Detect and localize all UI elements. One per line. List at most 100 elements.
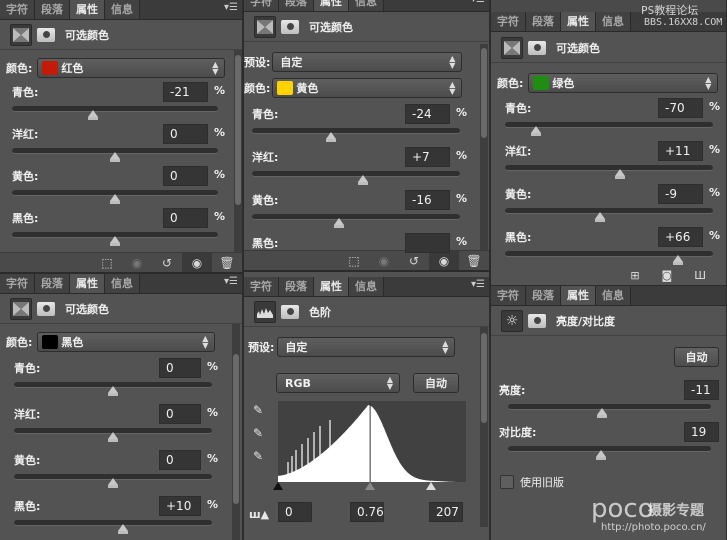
slider-track[interactable] [14,382,212,396]
tab-character[interactable]: 字符 [491,12,526,31]
slider-track[interactable] [14,520,212,534]
slider-thumb[interactable] [110,194,120,204]
slider-thumb[interactable] [615,169,626,179]
mask-add-icon[interactable]: ◙ [662,269,673,282]
levels-icon[interactable] [254,300,276,323]
gamma-thumb[interactable] [365,482,376,490]
tab-info[interactable]: 信息 [349,0,384,11]
delete-trash-icon[interactable]: 🗑 [212,253,242,273]
slider-value-input[interactable] [405,233,450,253]
tab-character[interactable]: 字符 [0,274,35,293]
slider-value-input[interactable]: -24 [405,104,450,124]
slider-value-input[interactable]: 0 [159,450,201,470]
delete-trash-icon[interactable]: 🗑 [459,251,489,271]
scrollbar[interactable] [480,44,488,250]
scrollbar[interactable] [234,50,242,252]
selective-color-icon[interactable] [254,15,276,38]
panel-menu-icon[interactable]: ▾☰ [471,277,489,296]
visibility-eye-icon[interactable]: ◉ [429,250,459,270]
channel-select[interactable]: RGB ▲ ▼ [276,373,400,393]
slider-thumb[interactable] [110,236,120,246]
preset-select[interactable]: 自定 ▲ ▼ [272,52,463,72]
view-previous-state-icon[interactable]: ◉ [369,251,399,271]
brightness-input[interactable]: -11 [684,380,719,400]
slider-thumb[interactable] [117,524,128,534]
input-levels-slider[interactable] [273,482,466,494]
tab-info[interactable]: 信息 [596,286,631,305]
tab-paragraph[interactable]: 段落 [279,277,314,296]
tab-paragraph[interactable]: 段落 [279,0,314,11]
panel-menu-icon[interactable]: ▾☰ [224,0,242,19]
slider-track[interactable] [252,214,460,228]
contrast-input[interactable]: 19 [684,422,719,442]
layer-mask-icon[interactable] [37,301,55,316]
reset-icon[interactable]: ↺ [152,253,182,273]
slider-thumb[interactable] [108,386,118,396]
color-select[interactable]: 黑色 ▲ ▼ [37,332,216,352]
layer-mask-icon[interactable] [528,313,546,328]
gray-eyedropper-icon[interactable]: ✎ [253,426,263,440]
brightness-sun-icon[interactable]: ☼ [501,309,523,332]
slider-track[interactable] [14,428,212,442]
visibility-eye-icon[interactable]: ◉ [182,252,212,272]
slider-thumb[interactable] [594,212,605,222]
slider-value-input[interactable]: +66 [658,227,703,247]
slider-value-input[interactable]: 0 [163,166,208,186]
panel-menu-icon[interactable]: ▾☰ [224,274,242,293]
scrollbar[interactable] [480,327,488,527]
slider-value-input[interactable]: 0 [163,208,208,228]
slider-thumb[interactable] [597,408,608,418]
slider-value-input[interactable]: -21 [163,82,208,102]
tab-paragraph[interactable]: 段落 [526,286,561,305]
slider-value-input[interactable]: 0 [163,124,208,144]
contrast-slider[interactable] [508,446,711,460]
slider-value-input[interactable]: +7 [405,147,450,167]
slider-value-input[interactable]: 0 [159,358,201,378]
black-eyedropper-icon[interactable]: ✎ [253,403,263,417]
slider-track[interactable] [252,128,460,142]
slider-track[interactable] [12,148,218,162]
slider-value-input[interactable]: +10 [159,496,201,516]
color-select[interactable]: 绿色 ▲ ▼ [528,73,719,93]
tab-info[interactable]: 信息 [105,0,140,19]
tab-info[interactable]: 信息 [596,12,631,31]
use-legacy-checkbox[interactable] [500,475,514,489]
tab-info[interactable]: 信息 [105,274,140,293]
layer-mask-icon[interactable] [281,19,299,34]
auto-button[interactable]: 自动 [413,373,459,393]
slider-track[interactable] [12,190,218,204]
clip-to-layer-icon[interactable]: ⬚ [92,253,122,273]
layer-mask-icon[interactable] [281,304,299,319]
brightness-slider[interactable] [508,404,711,418]
white-input-field[interactable]: 207 [429,502,463,522]
tab-properties[interactable]: 属性 [314,277,349,296]
panel-menu-icon[interactable]: ▾☰ [471,0,489,11]
slider-track[interactable] [505,251,713,265]
white-point-thumb[interactable] [425,482,436,490]
slider-value-input[interactable]: 0 [159,404,201,424]
tab-character[interactable]: 字符 [0,0,35,19]
selective-color-icon[interactable] [10,297,32,320]
tab-character[interactable]: 字符 [244,277,279,296]
clipping-warning-icon[interactable]: ш▲ [249,508,269,521]
slider-track[interactable] [12,106,218,120]
slider-thumb[interactable] [358,175,369,185]
view-previous-state-icon[interactable]: ◉ [122,253,152,273]
tab-paragraph[interactable]: 段落 [35,0,70,19]
slider-thumb[interactable] [108,432,118,442]
slider-thumb[interactable] [531,126,542,136]
tab-character[interactable]: 字符 [244,0,279,11]
tab-properties[interactable]: 属性 [70,0,105,19]
tab-properties[interactable]: 属性 [70,274,105,293]
slider-value-input[interactable]: +11 [658,141,703,161]
selective-color-icon[interactable] [501,36,523,59]
tab-properties[interactable]: 属性 [314,0,349,11]
slider-value-input[interactable]: -70 [658,98,703,118]
white-eyedropper-icon[interactable]: ✎ [253,449,263,463]
black-input-field[interactable]: 0 [278,502,312,522]
slider-value-input[interactable]: -9 [658,184,703,204]
new-layer-icon[interactable]: ⊞ [630,269,639,282]
histogram-icon[interactable]: Ш [694,269,706,282]
slider-value-input[interactable]: -16 [405,190,450,210]
layer-mask-icon[interactable] [37,27,55,42]
